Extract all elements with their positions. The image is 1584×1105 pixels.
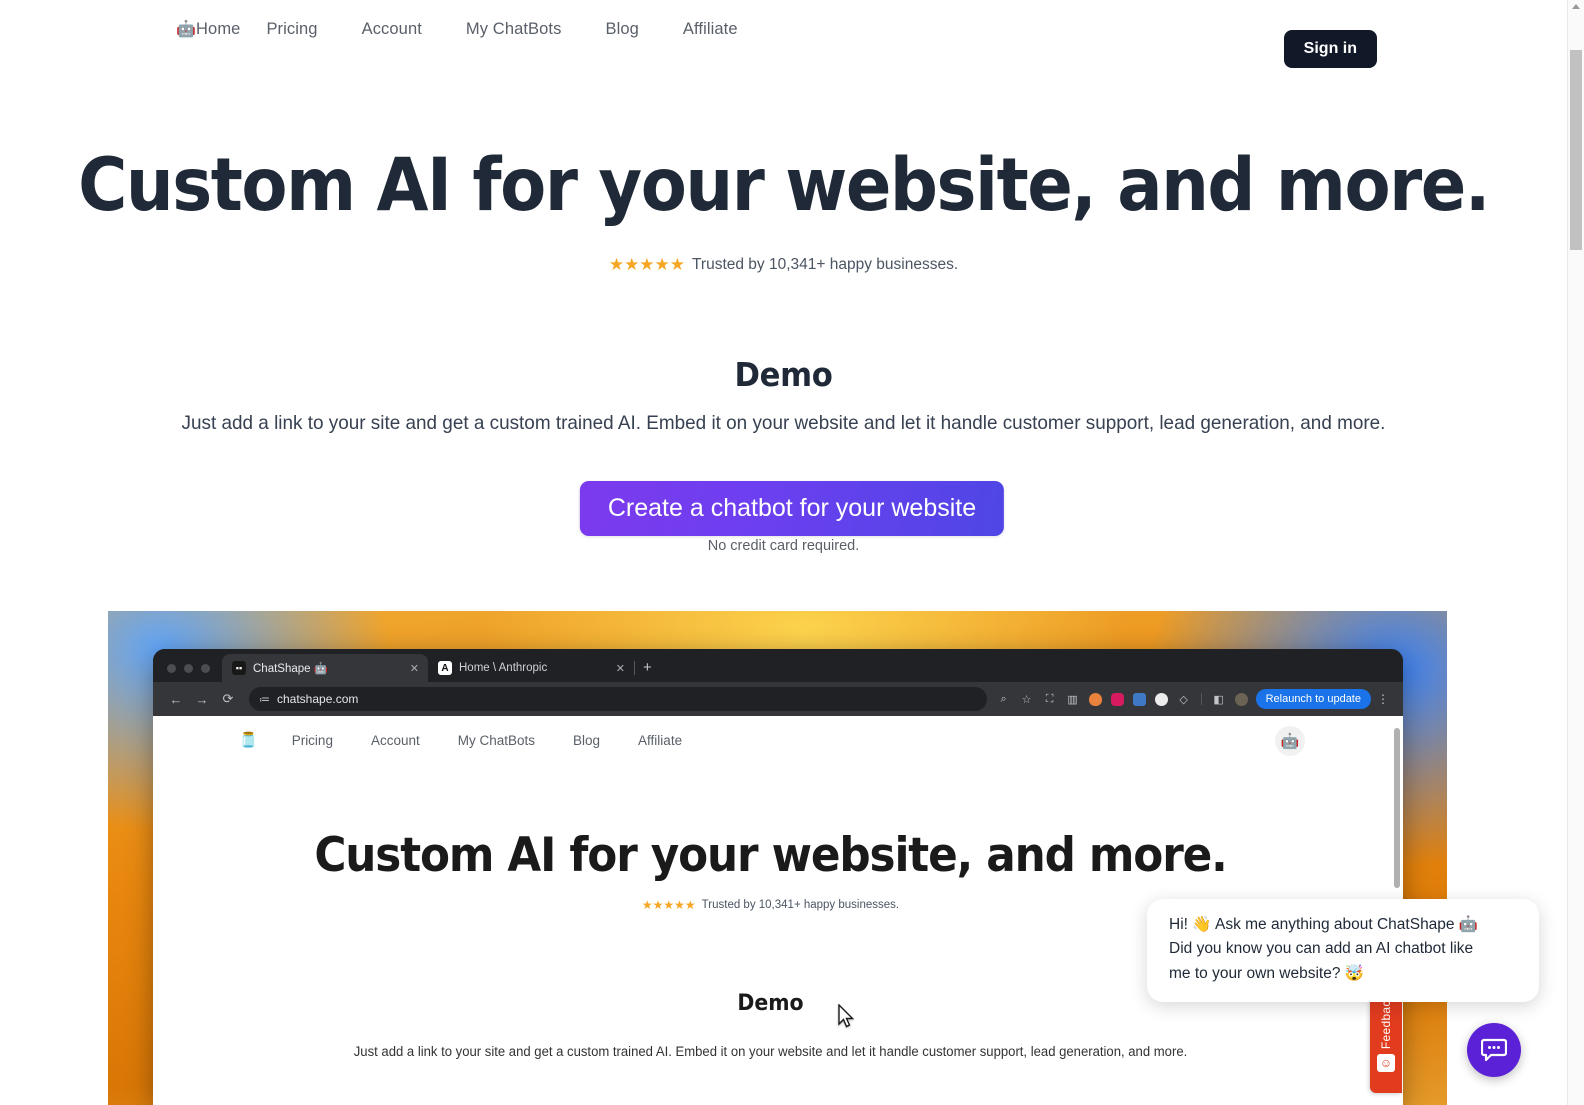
trust-text: Trusted by 10,341+ happy businesses.: [692, 256, 959, 273]
nav-item-my-chatbots[interactable]: My ChatBots: [466, 20, 582, 39]
page-scrollbar[interactable]: [1567, 0, 1584, 1105]
nav-links: 🤖 Home Pricing Account My ChatBots Blog …: [176, 20, 782, 39]
demo-heading: Demo: [734, 355, 833, 394]
window-traffic-lights: [153, 664, 222, 682]
back-icon[interactable]: ←: [163, 692, 189, 707]
minimize-window-dot[interactable]: [184, 664, 193, 673]
inner-nav-item-account[interactable]: Account: [371, 733, 420, 748]
inner-page-nav: 🫙 Pricing Account My ChatBots Blog Affil…: [239, 731, 720, 749]
share-icon[interactable]: ⛶: [1043, 693, 1057, 706]
inner-nav-item-my-chatbots[interactable]: My ChatBots: [458, 733, 535, 748]
sign-in-button[interactable]: Sign in: [1283, 30, 1377, 68]
scrollbar-thumb[interactable]: [1570, 50, 1582, 250]
dropbox-icon[interactable]: ◇: [1177, 693, 1191, 706]
inner-page-title: Custom AI for your website, and more.: [314, 828, 1227, 883]
divider: [1200, 693, 1202, 705]
anthropic-favicon-icon: A: [438, 661, 452, 675]
demo-subtitle: Just add a link to your site and get a c…: [181, 412, 1386, 434]
maximize-window-dot[interactable]: [201, 664, 210, 673]
browser-tab-anthropic[interactable]: A Home \ Anthropic ✕: [428, 654, 634, 682]
inner-nav-item-pricing[interactable]: Pricing: [292, 733, 333, 748]
inner-demo-subtitle: Just add a link to your site and get a c…: [353, 1044, 1188, 1059]
address-bar[interactable]: ≔ chatshape.com: [249, 687, 987, 711]
chat-tooltip-line-1: Hi! 👋 Ask me anything about ChatShape 🤖: [1169, 916, 1479, 933]
nav-item-pricing[interactable]: Pricing: [266, 20, 337, 39]
page-title: Custom AI for your website, and more.: [78, 143, 1490, 228]
feedback-tab-label: Feedback: [1379, 994, 1393, 1050]
sidebar-icon[interactable]: ◧: [1212, 693, 1226, 706]
chat-tooltip-line-3: me to your own website? 🤯: [1169, 964, 1365, 982]
extension-icon-orange[interactable]: [1088, 692, 1102, 706]
inner-browser-tabbar: ▪▪ ChatShape 🤖 ✕ A Home \ Anthropic ✕ +: [153, 649, 1403, 682]
reload-icon[interactable]: ⟳: [215, 691, 241, 707]
opera-extension-icon[interactable]: [1154, 692, 1168, 706]
inner-nav-item-blog[interactable]: Blog: [573, 733, 600, 748]
browser-tab-chatshape-label: ChatShape 🤖: [253, 663, 329, 675]
split-view-icon[interactable]: ▥: [1066, 693, 1080, 706]
nav-item-affiliate[interactable]: Affiliate: [683, 20, 758, 39]
zoom-icon[interactable]: ⌕: [997, 693, 1011, 706]
toolbar-icons: ⌕ ☆ ⛶ ▥ ◇ ◧: [987, 692, 1248, 706]
nav-item-home[interactable]: 🤖 Home: [176, 20, 240, 39]
profile-avatar-icon[interactable]: [1234, 692, 1248, 706]
inner-trust-text: Trusted by 10,341+ happy businesses.: [701, 899, 900, 911]
chat-greeting-tooltip[interactable]: Hi! 👋 Ask me anything about ChatShape 🤖 …: [1147, 899, 1539, 1003]
robot-avatar-icon[interactable]: 🤖: [1275, 726, 1305, 756]
nav-item-home-label: Home: [196, 20, 241, 38]
inner-nav-item-affiliate[interactable]: Affiliate: [638, 733, 682, 748]
top-navigation: 🤖 Home Pricing Account My ChatBots Blog …: [0, 0, 1567, 80]
tune-icon: ≔: [259, 693, 270, 706]
chatshape-favicon-icon: ▪▪: [232, 661, 246, 675]
bookmark-star-icon[interactable]: ☆: [1020, 693, 1034, 706]
robot-emoji-icon: 🤖: [176, 20, 197, 38]
create-chatbot-button[interactable]: Create a chatbot for your website: [579, 481, 1005, 536]
profile-extension-icon[interactable]: [1132, 692, 1146, 706]
kebab-menu-icon[interactable]: ⋮: [1371, 693, 1393, 705]
trust-row: ★★★★★ Trusted by 10,341+ happy businesse…: [0, 255, 1567, 275]
address-bar-url: chatshape.com: [277, 692, 359, 706]
nav-item-account[interactable]: Account: [362, 20, 442, 39]
demo-screenshot-frame: ▪▪ ChatShape 🤖 ✕ A Home \ Anthropic ✕ + …: [108, 611, 1447, 1105]
close-icon[interactable]: ✕: [396, 662, 419, 675]
chat-launcher-button[interactable]: [1467, 1023, 1521, 1077]
browser-tab-anthropic-label: Home \ Anthropic: [459, 662, 548, 674]
inner-browser-window: ▪▪ ChatShape 🤖 ✕ A Home \ Anthropic ✕ + …: [153, 649, 1403, 1105]
cta-note: No credit card required.: [707, 538, 860, 554]
close-icon[interactable]: ✕: [602, 662, 625, 675]
pocket-extension-icon[interactable]: [1110, 692, 1124, 706]
chat-tooltip-line-2: Did you know you can add an AI chatbot l…: [1169, 940, 1474, 958]
forward-icon[interactable]: →: [189, 692, 215, 707]
star-rating-icon: ★★★★★: [608, 255, 686, 274]
feedback-tab[interactable]: Feedback ☺: [1370, 988, 1402, 1093]
smiley-face-icon: ☺: [1377, 1054, 1395, 1073]
nav-item-blog[interactable]: Blog: [605, 20, 658, 39]
star-rating-icon: ★★★★★: [641, 898, 696, 912]
close-window-dot[interactable]: [167, 664, 176, 673]
new-tab-icon[interactable]: +: [635, 659, 662, 682]
inner-browser-toolbar: ← → ⟳ ≔ chatshape.com ⌕ ☆ ⛶ ▥ ◇ ◧ Relaun…: [153, 682, 1403, 716]
chatshape-logo-icon[interactable]: 🫙: [239, 731, 258, 749]
page-root: 🤖 Home Pricing Account My ChatBots Blog …: [0, 0, 1584, 1105]
relaunch-to-update-button[interactable]: Relaunch to update: [1255, 689, 1371, 709]
scroll-up-arrow-icon[interactable]: [1572, 4, 1580, 9]
chat-bubble-icon: [1481, 1038, 1507, 1062]
browser-tab-chatshape[interactable]: ▪▪ ChatShape 🤖 ✕: [222, 654, 428, 682]
inner-page-scrollbar[interactable]: [1394, 728, 1400, 888]
